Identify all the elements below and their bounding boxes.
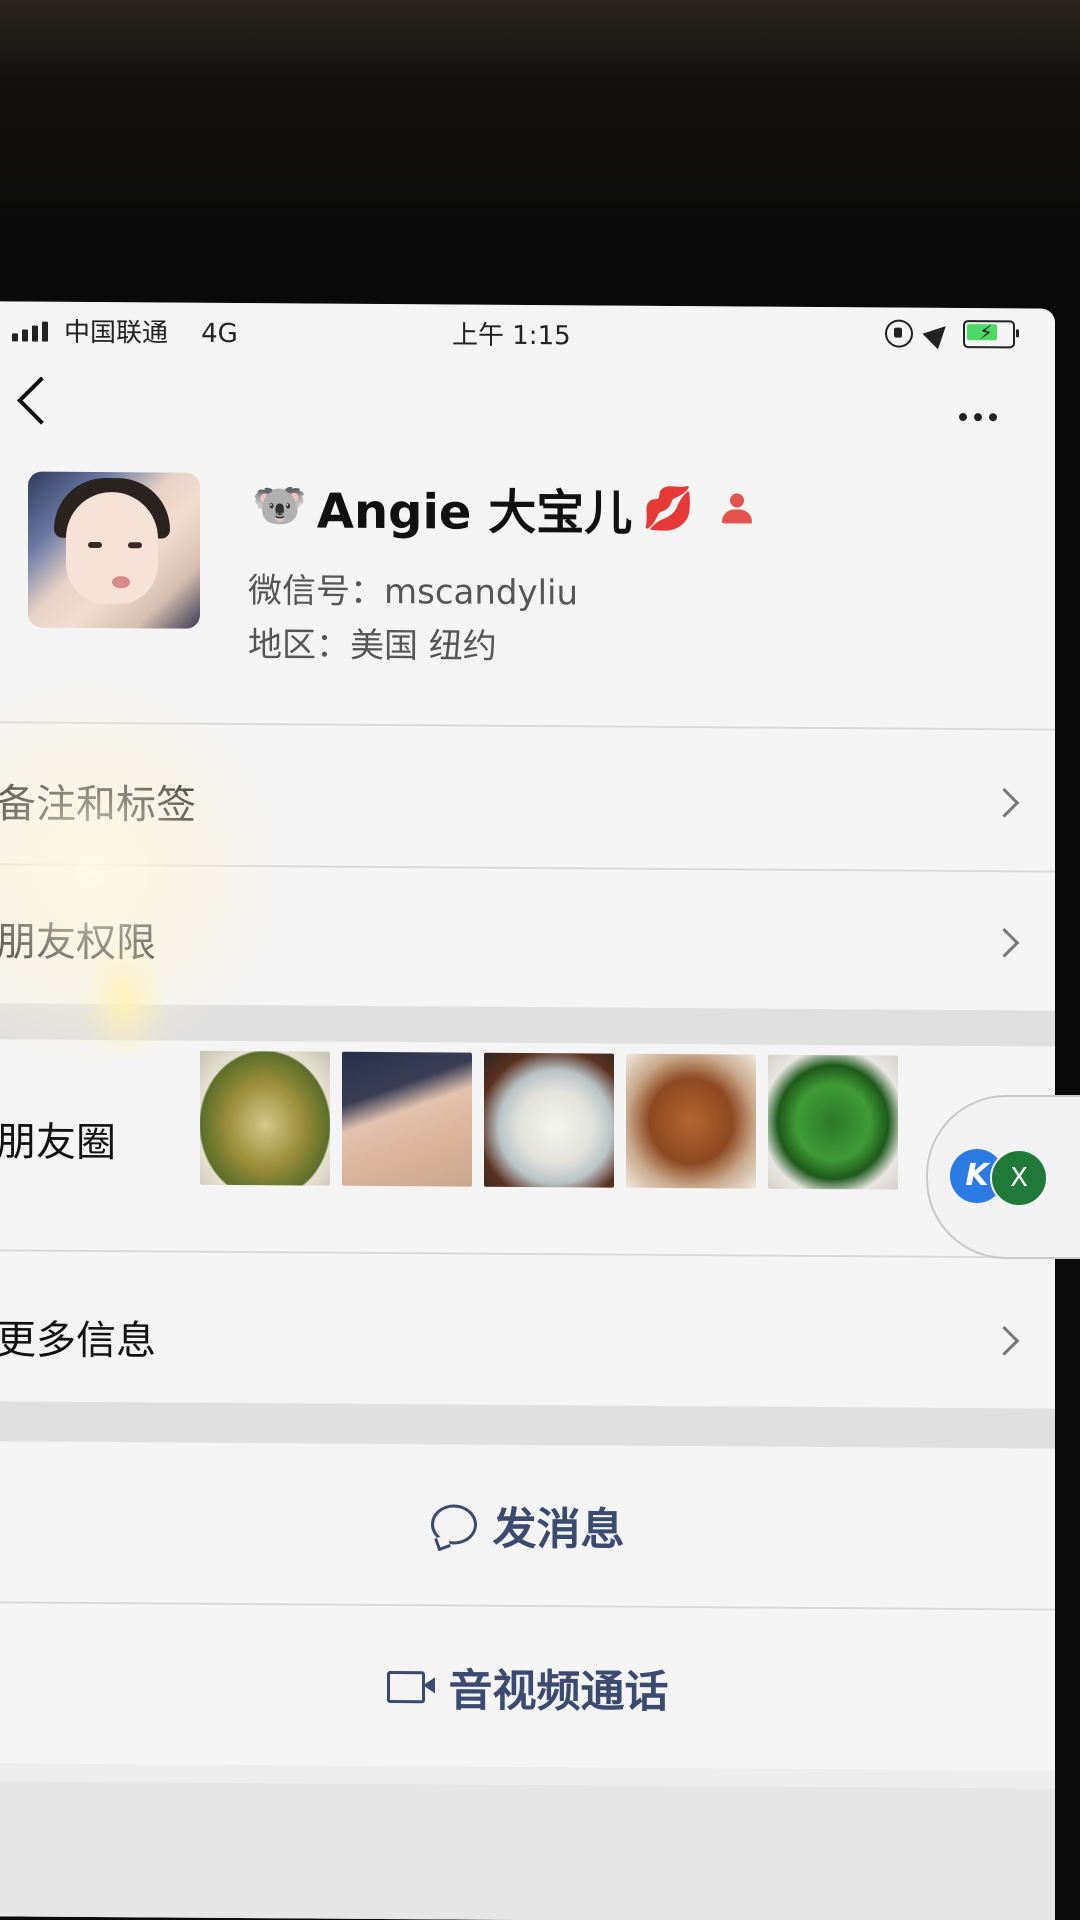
video-call-button[interactable]: 音视频通话 xyxy=(0,1603,1055,1771)
row-more-info[interactable]: 更多信息 xyxy=(0,1251,1055,1409)
row-friend-permissions[interactable]: 朋友权限 xyxy=(0,865,1055,1011)
location-icon xyxy=(922,318,954,350)
wechat-id-label: 微信号： xyxy=(248,571,384,612)
status-bar: 中国联通 4G 上午 1:15 ⚡ xyxy=(0,301,1055,369)
phone-screen: 中国联通 4G 上午 1:15 ⚡ 🐨 Angie 大宝儿 💋 微信号：msca… xyxy=(0,301,1055,1920)
battery-icon: ⚡ xyxy=(963,320,1015,349)
koala-emoji-icon: 🐨 xyxy=(252,480,307,532)
profile-header: 🐨 Angie 大宝儿 💋 微信号：mscandyliu 地区：美国 纽约 xyxy=(0,451,1055,729)
floating-window-widget[interactable]: K X xyxy=(926,1095,1080,1259)
female-gender-icon xyxy=(719,489,755,529)
charging-bolt-icon: ⚡ xyxy=(979,320,994,345)
network-type: 4G xyxy=(201,318,238,349)
chevron-right-icon xyxy=(989,927,1020,958)
bottom-area xyxy=(0,1781,1055,1920)
row-label: 更多信息 xyxy=(0,1317,156,1365)
carrier-label: 中国联通 4G xyxy=(64,312,238,350)
back-chevron-icon[interactable] xyxy=(16,376,66,425)
wechat-id: 微信号：mscandyliu xyxy=(248,563,578,614)
photo-scene: 中国联通 4G 上午 1:15 ⚡ 🐨 Angie 大宝儿 💋 微信号：msca… xyxy=(0,0,1080,1920)
display-name: Angie 大宝儿 xyxy=(316,483,633,542)
video-call-label: 音视频通话 xyxy=(448,1665,669,1718)
send-message-button[interactable]: 发消息 xyxy=(0,1441,1055,1609)
chevron-right-icon xyxy=(989,787,1020,818)
more-options-icon[interactable] xyxy=(959,413,997,422)
send-message-label: 发消息 xyxy=(492,1503,625,1556)
carrier-name: 中国联通 xyxy=(64,317,169,349)
name-row: 🐨 Angie 大宝儿 💋 xyxy=(252,471,755,545)
region-label: 地区： xyxy=(248,625,350,666)
kiss-emoji-icon: 💋 xyxy=(642,483,695,534)
chevron-right-icon xyxy=(989,1325,1020,1356)
moments-thumbnails xyxy=(200,1050,898,1190)
moments-photo xyxy=(342,1051,472,1187)
row-label: 朋友权限 xyxy=(0,919,156,967)
floating-close-icon[interactable]: X xyxy=(990,1149,1048,1207)
clock: 上午 1:15 xyxy=(452,320,571,352)
row-label: 备注和标签 xyxy=(0,781,196,829)
row-label: 朋友圈 xyxy=(0,1119,116,1167)
moments-photo xyxy=(626,1053,756,1189)
region-value: 美国 纽约 xyxy=(350,625,497,667)
row-remarks-tags[interactable]: 备注和标签 xyxy=(0,723,1055,871)
region: 地区：美国 纽约 xyxy=(248,617,497,668)
chat-bubble-icon xyxy=(430,1504,477,1545)
row-moments[interactable]: 朋友圈 xyxy=(0,1039,1055,1257)
moments-photo xyxy=(200,1050,330,1186)
video-camera-icon xyxy=(387,1671,433,1701)
status-icons: ⚡ xyxy=(885,318,1015,350)
rotation-lock-icon xyxy=(885,319,913,348)
moments-photo xyxy=(484,1052,614,1188)
wechat-id-value: mscandyliu xyxy=(384,571,579,614)
moments-photo xyxy=(768,1054,898,1190)
signal-icon xyxy=(12,321,48,342)
navigation-bar xyxy=(0,361,1055,459)
avatar[interactable] xyxy=(28,471,200,629)
